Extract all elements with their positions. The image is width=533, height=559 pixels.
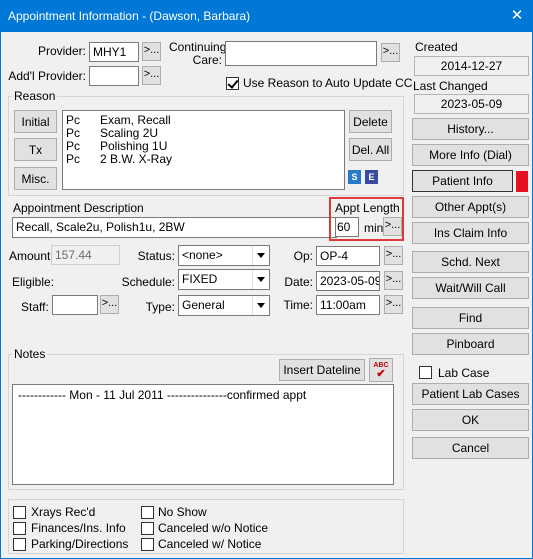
more-info-dial-button[interactable]: More Info (Dial)	[412, 144, 529, 166]
cancel-button[interactable]: Cancel	[412, 437, 529, 459]
op-browse-button[interactable]: >...	[384, 246, 403, 265]
s-icon[interactable]: S	[348, 170, 361, 184]
chevron-down-icon	[252, 270, 269, 289]
addl-provider-field[interactable]	[89, 66, 139, 86]
lab-case-label: Lab Case	[438, 366, 490, 380]
insert-dateline-button[interactable]: Insert Dateline	[279, 359, 365, 381]
close-icon[interactable]: ✕	[502, 1, 532, 32]
schedule-label: Schedule:	[121, 275, 175, 289]
find-button[interactable]: Find	[412, 307, 529, 329]
staff-browse-button[interactable]: >...	[100, 295, 119, 314]
lab-case-checkbox[interactable]	[419, 366, 432, 379]
use-reason-label: Use Reason to Auto Update CC	[243, 76, 413, 90]
list-item[interactable]: Pc Exam, Recall	[66, 113, 171, 127]
canceled-w-notice-label: Canceled w/ Notice	[158, 537, 262, 551]
date-browse-button[interactable]: >...	[384, 271, 403, 290]
appt-description-label: Appointment Description	[13, 201, 144, 215]
wait-will-call-button[interactable]: Wait/Will Call	[412, 277, 529, 299]
appointment-information-window: Appointment Information - (Dawson, Barba…	[0, 0, 533, 559]
list-item[interactable]: Pc 2 B.W. X-Ray	[66, 152, 172, 166]
chevron-down-icon	[252, 246, 269, 265]
staff-field[interactable]	[52, 295, 98, 315]
other-appts-button[interactable]: Other Appt(s)	[412, 196, 529, 218]
window-title: Appointment Information - (Dawson, Barba…	[8, 9, 251, 23]
continuing-care-browse-button[interactable]: >...	[381, 43, 400, 62]
xrays-recd-checkbox[interactable]	[13, 506, 26, 519]
date-field[interactable]: 2023-05-09	[316, 271, 380, 291]
canceled-wo-notice-checkbox[interactable]	[141, 522, 154, 535]
appt-description-field[interactable]: Recall, Scale2u, Polish1u, 2BW	[12, 217, 337, 238]
canceled-w-notice-checkbox[interactable]	[141, 538, 154, 551]
amount-field: 157.44	[51, 245, 120, 265]
created-value: 2014-12-27	[414, 56, 529, 76]
type-label: Type:	[145, 300, 175, 314]
reason-list[interactable]: Pc Exam, Recall Pc Scaling 2U Pc Polishing …	[62, 110, 345, 190]
appt-length-unit: min	[364, 221, 384, 235]
parking-directions-checkbox[interactable]	[13, 538, 26, 551]
use-reason-checkbox[interactable]	[226, 77, 239, 90]
list-item[interactable]: Pc Scaling 2U	[66, 126, 158, 140]
patient-lab-cases-button[interactable]: Patient Lab Cases	[412, 383, 529, 405]
created-label: Created	[415, 40, 458, 54]
staff-label: Staff:	[21, 300, 49, 314]
finances-ins-info-label: Finances/Ins. Info	[31, 521, 126, 535]
last-changed-label: Last Changed	[413, 79, 488, 93]
provider-browse-button[interactable]: >...	[142, 42, 161, 61]
finances-ins-info-checkbox[interactable]	[13, 522, 26, 535]
last-changed-value: 2023-05-09	[414, 94, 529, 114]
patient-info-button[interactable]: Patient Info	[412, 170, 513, 192]
no-show-checkbox[interactable]	[141, 506, 154, 519]
amount-label: Amount:	[9, 249, 54, 263]
patient-flag-indicator	[516, 171, 528, 192]
tx-button[interactable]: Tx	[14, 138, 57, 161]
time-browse-button[interactable]: >...	[384, 295, 403, 314]
addl-provider-label: Add'l Provider:	[8, 69, 86, 83]
op-label: Op:	[293, 249, 313, 263]
e-icon[interactable]: E	[365, 170, 378, 184]
title-bar: Appointment Information - (Dawson, Barba…	[1, 1, 532, 32]
type-dropdown[interactable]: General	[178, 295, 270, 316]
status-dropdown[interactable]: <none>	[178, 245, 270, 266]
list-item[interactable]: Pc Polishing 1U	[66, 139, 167, 153]
history-button[interactable]: History...	[412, 118, 529, 140]
schd-next-button[interactable]: Schd. Next	[412, 251, 529, 273]
appt-length-label: Appt Length	[335, 201, 400, 215]
misc-button[interactable]: Misc.	[14, 167, 57, 190]
time-label: Time:	[283, 298, 313, 312]
initial-button[interactable]: Initial	[14, 110, 57, 133]
ok-button[interactable]: OK	[412, 409, 529, 431]
schedule-dropdown[interactable]: FIXED	[178, 269, 270, 290]
status-label: Status:	[137, 249, 175, 263]
date-label: Date:	[284, 275, 313, 289]
provider-label: Provider:	[37, 44, 86, 58]
parking-directions-label: Parking/Directions	[31, 537, 129, 551]
provider-field[interactable]: MHY1	[89, 42, 139, 62]
time-field[interactable]: 11:00am	[316, 295, 380, 315]
continuing-care-label: Continuing Care:	[169, 40, 227, 67]
no-show-label: No Show	[158, 505, 207, 519]
spell-check-icon[interactable]: ABC ✔	[369, 358, 393, 382]
notes-group-label: Notes	[12, 347, 48, 361]
notes-text-area[interactable]: ------------ Mon - 11 Jul 2011 ---------…	[12, 384, 394, 485]
ins-claim-info-button[interactable]: Ins Claim Info	[412, 222, 529, 244]
del-all-button[interactable]: Del. All	[349, 138, 392, 161]
reason-group-label: Reason	[12, 89, 58, 103]
canceled-wo-notice-label: Canceled w/o Notice	[158, 521, 269, 535]
appt-length-browse-button[interactable]: >...	[383, 217, 402, 236]
appt-length-field[interactable]: 60	[335, 217, 359, 237]
eligible-label: Eligible:	[12, 275, 55, 289]
continuing-care-field[interactable]	[225, 41, 377, 66]
pinboard-button[interactable]: Pinboard	[412, 333, 529, 355]
op-field[interactable]: OP-4	[316, 246, 380, 266]
chevron-down-icon	[252, 296, 269, 315]
delete-button[interactable]: Delete	[349, 110, 392, 133]
addl-provider-browse-button[interactable]: >...	[142, 66, 161, 85]
xrays-recd-label: Xrays Rec'd	[31, 505, 96, 519]
